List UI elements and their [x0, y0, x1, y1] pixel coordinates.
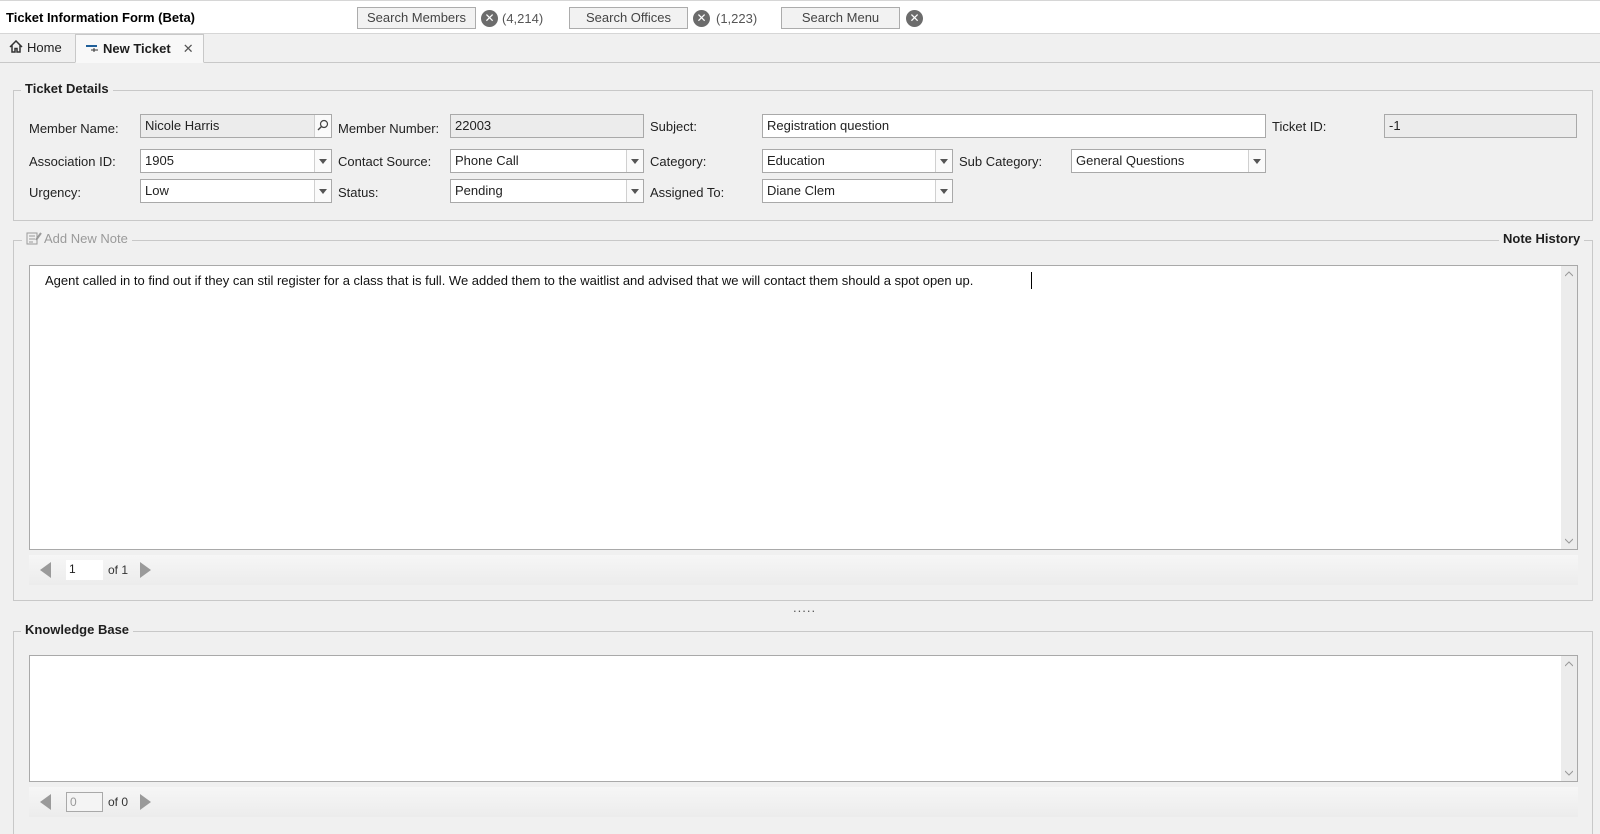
note-page-total: of 1 [108, 563, 129, 577]
tab-home[interactable]: Home [0, 34, 71, 63]
next-page-icon[interactable] [140, 794, 151, 810]
association-id-value: 1905 [145, 153, 174, 168]
ticket-details-legend: Ticket Details [21, 81, 113, 96]
note-scrollbar[interactable] [1561, 266, 1577, 549]
search-members-button[interactable]: Search Members [357, 7, 476, 29]
home-icon [9, 35, 23, 62]
search-offices-button[interactable]: Search Offices [569, 7, 688, 29]
knowledge-base-legend: Knowledge Base [21, 622, 134, 637]
chevron-down-icon[interactable] [626, 180, 643, 202]
offices-count: (1,223) [716, 11, 758, 26]
tab-new-ticket-label: New Ticket [103, 41, 171, 56]
contact-source-combo[interactable]: Phone Call [450, 149, 644, 173]
note-page-input[interactable]: 1 [66, 560, 103, 580]
clear-menu-icon[interactable]: ✕ [906, 10, 923, 27]
note-edit-icon [26, 232, 42, 245]
category-combo[interactable]: Education [762, 149, 953, 173]
next-page-icon[interactable] [140, 562, 151, 578]
prev-page-icon[interactable] [40, 794, 51, 810]
tab-new-ticket[interactable]: New Ticket ✕ [75, 34, 204, 63]
status-combo[interactable]: Pending [450, 179, 644, 203]
title-bar: Ticket Information Form (Beta) Search Me… [0, 0, 1600, 34]
chevron-down-icon[interactable] [314, 150, 331, 172]
urgency-label: Urgency: [29, 185, 82, 200]
chevron-down-icon[interactable] [1248, 150, 1265, 172]
members-count: (4,214) [502, 11, 544, 26]
sub-category-combo[interactable]: General Questions [1071, 149, 1266, 173]
tab-home-label: Home [27, 40, 62, 55]
chevron-down-icon[interactable] [626, 150, 643, 172]
member-name-field[interactable]: Nicole Harris [140, 114, 332, 138]
chevron-down-icon[interactable] [935, 180, 952, 202]
member-lookup-button[interactable] [314, 115, 331, 137]
assigned-to-value: Diane Clem [767, 183, 835, 198]
knowledge-base-page-input[interactable]: 0 [66, 792, 103, 812]
sub-category-value: General Questions [1076, 153, 1185, 168]
knowledge-base-content[interactable] [29, 655, 1578, 782]
knowledge-base-pager: 0 of 0 [29, 787, 1578, 817]
new-ticket-icon [85, 36, 99, 63]
association-id-combo[interactable]: 1905 [140, 149, 332, 173]
sub-category-label: Sub Category: [959, 154, 1043, 169]
text-cursor [1031, 272, 1032, 289]
assigned-to-label: Assigned To: [650, 185, 725, 200]
chevron-down-icon[interactable] [935, 150, 952, 172]
subject-input[interactable]: Registration question [762, 114, 1266, 138]
clear-offices-icon[interactable]: ✕ [693, 10, 710, 27]
category-label: Category: [650, 154, 707, 169]
contact-source-value: Phone Call [455, 153, 519, 168]
chevron-up-icon[interactable] [1565, 271, 1573, 277]
assigned-to-combo[interactable]: Diane Clem [762, 179, 953, 203]
add-new-note-label: Add New Note [44, 231, 128, 246]
chevron-down-icon[interactable] [1565, 538, 1573, 544]
contact-source-label: Contact Source: [338, 154, 432, 169]
clear-members-icon[interactable]: ✕ [481, 10, 498, 27]
note-editor[interactable]: Agent called in to find out if they can … [29, 265, 1578, 550]
add-new-note-button[interactable]: Add New Note [22, 231, 132, 246]
note-history-label: Note History [1499, 231, 1585, 246]
member-number-label: Member Number: [338, 121, 440, 136]
search-menu-button[interactable]: Search Menu [781, 7, 900, 29]
member-name-value: Nicole Harris [145, 118, 220, 133]
chevron-down-icon[interactable] [1565, 770, 1573, 776]
tab-bar: Home New Ticket ✕ [0, 34, 1600, 63]
member-name-label: Member Name: [29, 121, 119, 136]
ticket-id-label: Ticket ID: [1272, 119, 1327, 134]
splitter-handle[interactable]: ..... [793, 600, 816, 615]
prev-page-icon[interactable] [40, 562, 51, 578]
app-title: Ticket Information Form (Beta) [6, 10, 196, 25]
knowledge-base-page-total: of 0 [108, 795, 129, 809]
knowledge-base-scrollbar[interactable] [1561, 656, 1577, 781]
search-icon [317, 119, 329, 131]
ticket-id-field[interactable]: -1 [1384, 114, 1577, 138]
association-id-label: Association ID: [29, 154, 116, 169]
urgency-value: Low [145, 183, 169, 198]
urgency-combo[interactable]: Low [140, 179, 332, 203]
member-number-field[interactable]: 22003 [450, 114, 644, 138]
category-value: Education [767, 153, 825, 168]
close-tab-icon[interactable]: ✕ [183, 41, 194, 56]
chevron-up-icon[interactable] [1565, 661, 1573, 667]
subject-label: Subject: [650, 119, 697, 134]
chevron-down-icon[interactable] [314, 180, 331, 202]
note-text[interactable]: Agent called in to find out if they can … [45, 273, 973, 288]
status-label: Status: [338, 185, 379, 200]
note-pager: 1 of 1 [29, 555, 1578, 585]
status-value: Pending [455, 183, 503, 198]
